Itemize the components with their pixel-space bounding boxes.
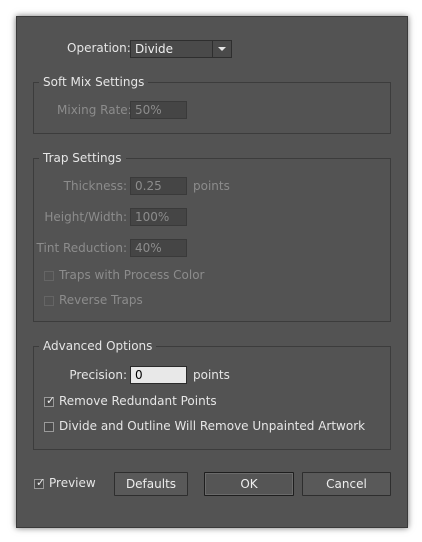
thickness-unit: points <box>193 179 230 193</box>
pathfinder-options-dialog: Operation: Divide Soft Mix Settings Mixi… <box>16 16 408 528</box>
cancel-button[interactable]: Cancel <box>302 472 391 496</box>
ok-button[interactable]: OK <box>204 472 294 496</box>
height-width-field[interactable]: 100% <box>130 208 187 226</box>
mixing-rate-field[interactable]: 50% <box>130 101 187 119</box>
advanced-options-title: Advanced Options <box>39 339 157 353</box>
divide-outline-checkbox[interactable] <box>44 422 54 432</box>
remove-redundant-checkbox[interactable]: ✓ <box>44 394 56 407</box>
precision-unit: points <box>193 368 230 382</box>
reverse-traps-checkbox[interactable] <box>44 296 54 306</box>
process-color-label: Traps with Process Color <box>59 268 205 282</box>
thickness-label: Thickness: <box>63 179 127 193</box>
defaults-button[interactable]: Defaults <box>114 472 188 496</box>
precision-field[interactable]: 0 <box>130 366 187 384</box>
height-width-label: Height/Width: <box>44 210 127 224</box>
chevron-down-icon <box>218 47 226 51</box>
tint-reduction-field[interactable]: 40% <box>130 239 187 257</box>
tint-reduction-label: Tint Reduction: <box>36 241 127 255</box>
divide-outline-label: Divide and Outline Will Remove Unpainted… <box>59 419 366 433</box>
precision-label: Precision: <box>69 368 127 382</box>
thickness-field[interactable]: 0.25 <box>130 177 187 195</box>
operation-value: Divide <box>135 42 174 56</box>
trap-settings-title: Trap Settings <box>39 151 126 165</box>
soft-mix-title: Soft Mix Settings <box>39 75 149 89</box>
reverse-traps-label: Reverse Traps <box>59 293 143 307</box>
operation-dropdown[interactable]: Divide <box>130 40 232 58</box>
check-icon: ✓ <box>46 394 56 407</box>
preview-checkbox[interactable]: ✓ <box>34 476 46 489</box>
remove-redundant-label: Remove Redundant Points <box>59 394 217 408</box>
mixing-rate-label: Mixing Rate: <box>57 103 132 117</box>
operation-label: Operation: <box>67 41 131 55</box>
preview-label: Preview <box>49 476 96 490</box>
process-color-checkbox[interactable] <box>44 271 54 281</box>
dropdown-button[interactable] <box>212 41 231 57</box>
check-icon: ✓ <box>36 476 46 489</box>
